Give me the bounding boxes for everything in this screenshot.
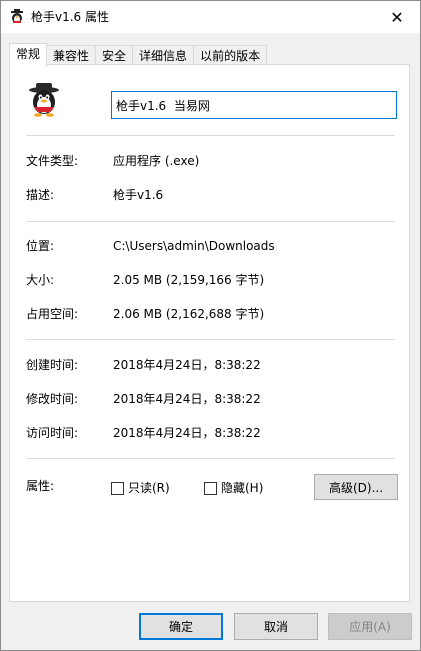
hidden-checkbox-label: 隐藏(H)	[221, 481, 264, 495]
accessed-value: 2018年4月24日，8:38:22	[113, 426, 261, 440]
readonly-checkbox-label: 只读(R)	[128, 481, 170, 495]
accessed-label: 访问时间:	[26, 426, 79, 440]
title-bar[interactable]: 枪手v1.6 属性 ✕	[1, 1, 420, 33]
tab-previous-versions[interactable]: 以前的版本	[193, 45, 268, 66]
created-label: 创建时间:	[26, 358, 79, 372]
attributes-label: 属性:	[26, 479, 55, 493]
general-panel: 文件类型: 应用程序 (.exe) 描述: 枪手v1.6 位置: C:\User…	[9, 64, 410, 602]
disk-size-label: 占用空间:	[26, 307, 79, 321]
modified-value: 2018年4月24日，8:38:22	[113, 392, 261, 406]
location-value: C:\Users\admin\Downloads	[113, 239, 275, 253]
file-type-value: 应用程序 (.exe)	[113, 154, 200, 168]
cancel-button[interactable]: 取消	[234, 613, 318, 640]
modified-label: 修改时间:	[26, 392, 79, 406]
hidden-checkbox-box[interactable]	[204, 481, 217, 495]
file-name-input[interactable]	[111, 91, 397, 119]
tab-details[interactable]: 详细信息	[132, 45, 195, 66]
penguin-app-icon	[9, 9, 25, 25]
location-label: 位置:	[26, 239, 55, 253]
separator	[26, 135, 395, 136]
tab-general[interactable]: 常规	[9, 43, 48, 67]
advanced-button[interactable]: 高级(D)...	[314, 474, 398, 500]
window-title: 枪手v1.6 属性	[31, 10, 110, 24]
separator	[26, 221, 395, 222]
separator	[26, 458, 395, 459]
hidden-checkbox[interactable]: 隐藏(H)	[204, 480, 263, 496]
penguin-cowboy-icon	[26, 82, 62, 118]
disk-size-value: 2.06 MB (2,162,688 字节)	[113, 307, 265, 321]
separator	[26, 339, 395, 340]
tab-security[interactable]: 安全	[95, 45, 134, 66]
description-label: 描述:	[26, 188, 55, 202]
description-value: 枪手v1.6	[113, 188, 164, 202]
tab-strip: 常规 兼容性 安全 详细信息 以前的版本	[9, 43, 268, 67]
properties-window: 枪手v1.6 属性 ✕ 常规 兼容性 安全 详细信息 以前的版本 枪手v1.6 …	[0, 0, 421, 651]
readonly-checkbox[interactable]: 只读(R)	[111, 480, 170, 496]
tab-compatibility[interactable]: 兼容性	[46, 45, 97, 66]
close-icon: ✕	[390, 7, 404, 27]
created-value: 2018年4月24日，8:38:22	[113, 358, 261, 372]
size-value: 2.05 MB (2,159,166 字节)	[113, 273, 265, 287]
file-type-label: 文件类型:	[26, 154, 79, 168]
size-label: 大小:	[26, 273, 55, 287]
ok-button[interactable]: 确定	[139, 613, 223, 640]
close-button[interactable]: ✕	[374, 1, 420, 33]
apply-button: 应用(A)	[328, 613, 412, 640]
readonly-checkbox-box[interactable]	[111, 481, 124, 495]
